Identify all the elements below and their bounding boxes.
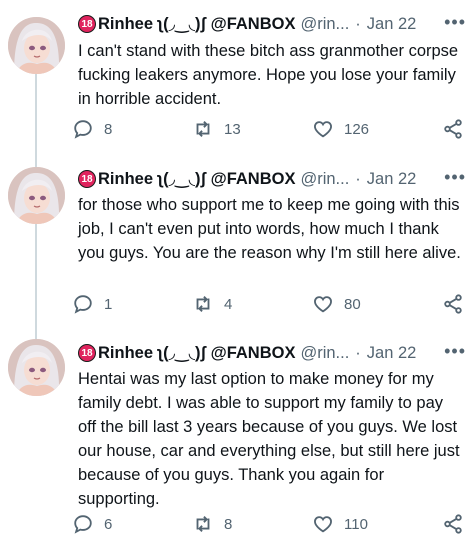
tweet-text: Hentai was my last option to make money … [78,370,460,508]
display-name[interactable]: Rinhee ʅ(◞‿◟)ʃ @FANBOX [98,169,295,189]
age-restricted-badge: 18 [78,170,96,188]
more-icon[interactable]: ••• [444,12,466,32]
tweet-text: for those who support me to keep me goin… [78,196,461,262]
retweet-count: 8 [224,515,233,533]
tweet-header: 18 Rinhee ʅ(◞‿◟)ʃ @FANBOX @rin... · Jan … [78,12,466,36]
reply-count: 1 [104,295,113,313]
timestamp[interactable]: Jan 22 [367,15,417,34]
timestamp[interactable]: Jan 22 [367,170,417,189]
timeline: 18 Rinhee ʅ(◞‿◟)ʃ @FANBOX @rin... · Jan … [0,0,474,543]
avatar-image [8,17,65,74]
like-count: 80 [344,295,361,313]
like-count: 110 [344,515,368,533]
retweet-count: 4 [224,295,233,313]
tweet-header: 18 Rinhee ʅ(◞‿◟)ʃ @FANBOX @rin... · Jan … [78,167,466,191]
reply-count: 8 [104,120,113,138]
like-button[interactable]: 110 [312,513,368,535]
age-restricted-badge: 18 [78,15,96,33]
retweet-icon [196,121,210,137]
avatar[interactable] [8,167,65,224]
retweet-count: 13 [224,120,241,138]
share-button[interactable] [442,118,464,140]
retweet-button[interactable]: 8 [192,513,232,535]
retweet-button[interactable]: 13 [192,118,241,140]
display-name[interactable]: Rinhee ʅ(◞‿◟)ʃ @FANBOX [98,343,295,363]
tweet-actions: 8 13 126 [72,117,464,141]
like-button[interactable]: 126 [312,118,369,140]
avatar[interactable] [8,17,65,74]
tweet-header: 18 Rinhee ʅ(◞‿◟)ʃ @FANBOX @rin... · Jan … [78,341,466,365]
like-count: 126 [344,120,370,138]
more-icon[interactable]: ••• [444,341,466,361]
display-name[interactable]: Rinhee ʅ(◞‿◟)ʃ @FANBOX [98,14,295,34]
share-icon [444,119,462,139]
reply-icon [74,515,92,534]
avatar-image [8,167,65,224]
like-icon [314,121,332,138]
user-handle[interactable]: @rin... [300,344,349,363]
separator-dot: · [355,343,361,362]
reply-icon [74,120,92,139]
reply-button[interactable]: 6 [72,513,112,535]
share-button[interactable] [442,513,464,535]
like-icon [314,516,332,533]
retweet-icon [196,296,210,312]
tweet-actions: 6 8 110 [72,512,464,536]
reply-button[interactable]: 8 [72,118,112,140]
avatar-image [8,339,65,396]
reply-count: 6 [104,515,113,533]
tweet-actions: 1 4 80 [72,292,464,316]
like-icon [314,296,332,313]
like-button[interactable]: 80 [312,293,361,315]
tweet[interactable]: 18 Rinhee ʅ(◞‿◟)ʃ @FANBOX @rin... · Jan … [0,0,474,163]
separator-dot: · [355,169,361,188]
share-icon [444,514,462,534]
avatar[interactable] [8,339,65,396]
tweet[interactable]: 18 Rinhee ʅ(◞‿◟)ʃ @FANBOX @rin... · Jan … [0,333,474,543]
retweet-button[interactable]: 4 [192,293,232,315]
retweet-icon [196,516,210,532]
reply-icon [74,295,92,314]
tweet[interactable]: 18 Rinhee ʅ(◞‿◟)ʃ @FANBOX @rin... · Jan … [0,163,474,333]
age-restricted-badge: 18 [78,344,96,362]
timestamp[interactable]: Jan 22 [367,344,417,363]
separator-dot: · [355,14,361,33]
share-icon [444,294,462,314]
tweet-text: I can't stand with these bitch ass granm… [78,42,459,108]
reply-button[interactable]: 1 [72,293,112,315]
user-handle[interactable]: @rin... [300,15,349,34]
share-button[interactable] [442,293,464,315]
more-icon[interactable]: ••• [444,167,466,187]
user-handle[interactable]: @rin... [300,170,349,189]
